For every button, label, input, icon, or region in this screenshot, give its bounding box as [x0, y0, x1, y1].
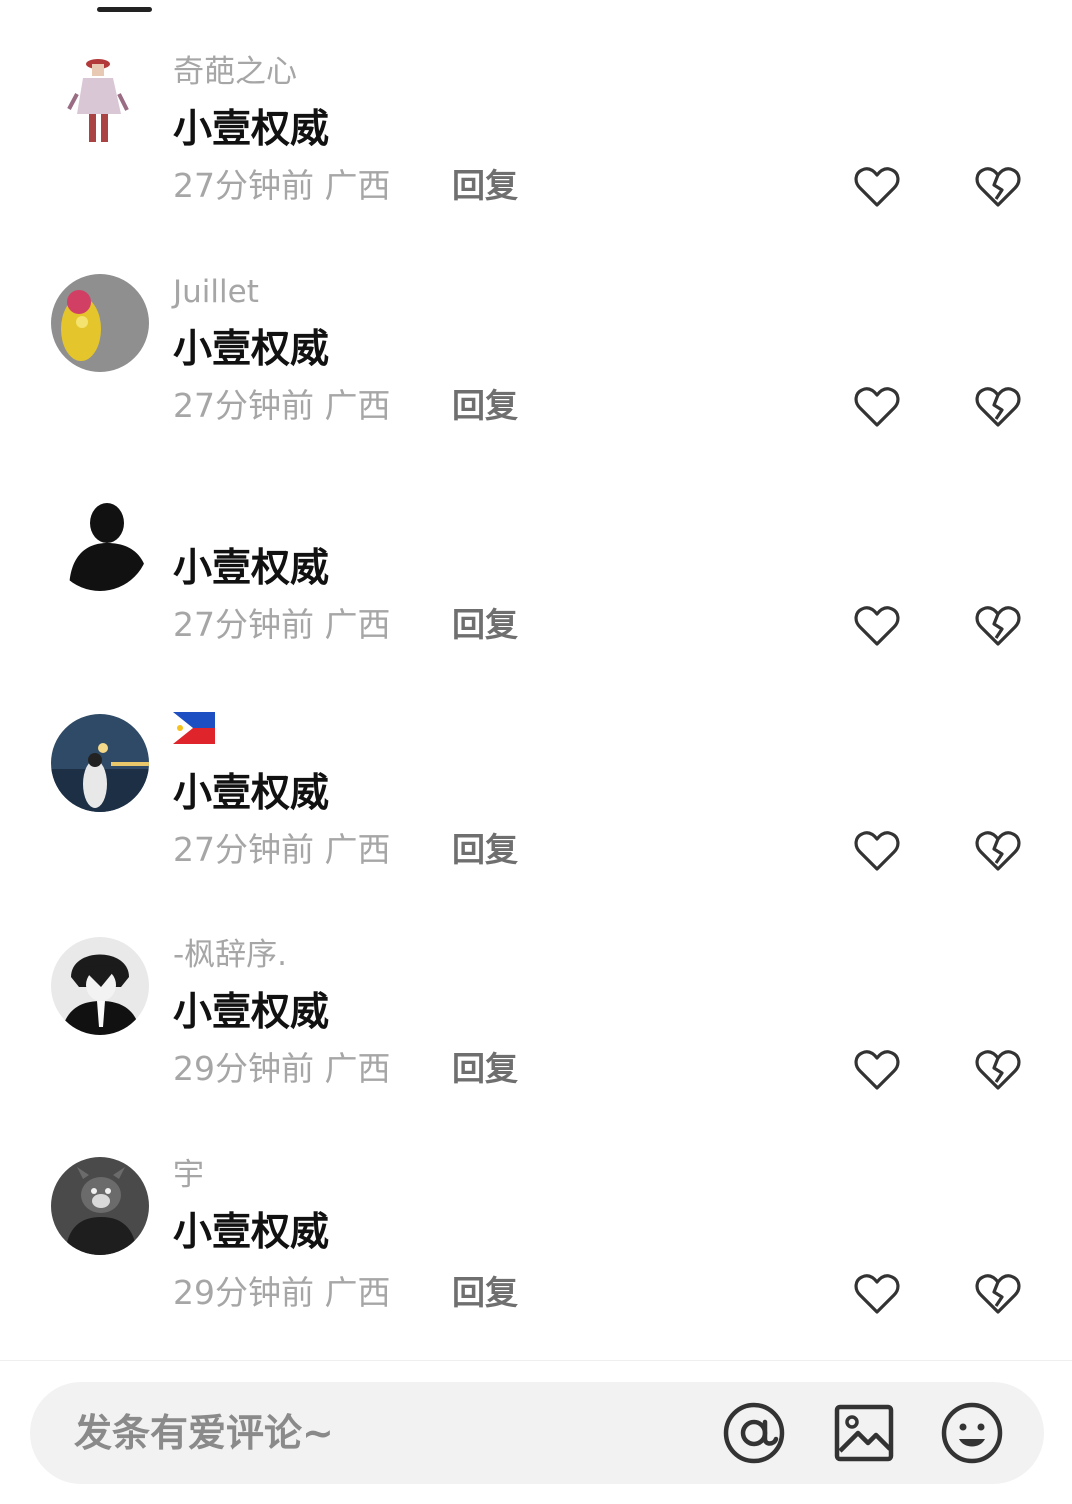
divider	[0, 1360, 1072, 1361]
emoji-icon[interactable]	[940, 1401, 1004, 1465]
comment-region: 广西	[324, 1049, 391, 1088]
heart-icon	[854, 1050, 900, 1090]
comment-item: -枫辞序. 小壹权威 29分钟前 广西 回复	[0, 885, 1072, 1090]
dislike-button[interactable]	[975, 166, 1021, 208]
comment-item: 奇葩之心 小壹权威 27分钟前 广西 回复	[0, 2, 1072, 207]
reply-button[interactable]: 回复	[452, 1048, 518, 1090]
comment-text: 小壹权威	[173, 990, 330, 1035]
dislike-button[interactable]	[975, 1049, 1021, 1091]
dislike-button[interactable]	[975, 1273, 1021, 1315]
dislike-button[interactable]	[975, 830, 1021, 872]
dislike-button[interactable]	[975, 386, 1021, 428]
broken-heart-icon	[975, 1050, 1021, 1090]
heart-icon	[854, 387, 900, 427]
comment-meta: 27分钟前 广西	[173, 829, 391, 871]
comment-username[interactable]: Juillet	[173, 272, 259, 312]
comment-text: 小壹权威	[173, 1210, 330, 1255]
comment-text: 小壹权威	[173, 546, 330, 591]
like-button[interactable]	[854, 830, 900, 872]
comment-meta: 29分钟前 广西	[173, 1272, 391, 1314]
like-button[interactable]	[854, 605, 900, 647]
comment-item: 宇 小壹权威 29分钟前 广西 回复	[0, 1105, 1072, 1314]
comment-time: 27分钟前	[173, 605, 314, 644]
figure-costume-avatar-icon	[51, 54, 149, 152]
broken-heart-icon	[975, 1274, 1021, 1314]
seaside-night-avatar-icon	[51, 714, 149, 812]
reply-button[interactable]: 回复	[452, 385, 518, 427]
comment-region: 广西	[324, 386, 391, 425]
avatar[interactable]	[51, 54, 149, 152]
like-button[interactable]	[854, 386, 900, 428]
heart-icon	[854, 831, 900, 871]
comment-time: 29分钟前	[173, 1273, 314, 1312]
comment-time: 27分钟前	[173, 830, 314, 869]
comment-time: 27分钟前	[173, 166, 314, 205]
broken-heart-icon	[975, 167, 1021, 207]
comment-text: 小壹权威	[173, 771, 330, 816]
broken-heart-icon	[975, 606, 1021, 646]
silhouette-avatar-icon	[51, 493, 149, 591]
comment-username[interactable]: -枫辞序.	[173, 935, 287, 975]
comment-meta: 27分钟前 广西	[173, 165, 391, 207]
comment-composer[interactable]: 发条有爱评论~	[30, 1382, 1044, 1484]
anime-boy-avatar-icon	[51, 937, 149, 1035]
comment-meta: 27分钟前 广西	[173, 604, 391, 646]
comment-meta: 27分钟前 广西	[173, 385, 391, 427]
comment-region: 广西	[324, 1273, 391, 1312]
comment-username[interactable]: 奇葩之心	[173, 52, 297, 92]
comment-username[interactable]	[173, 712, 215, 754]
avatar[interactable]	[51, 937, 149, 1035]
broken-heart-icon	[975, 831, 1021, 871]
like-button[interactable]	[854, 166, 900, 208]
avatar[interactable]	[51, 714, 149, 812]
reply-button[interactable]: 回复	[452, 165, 518, 207]
at-icon[interactable]	[722, 1401, 786, 1465]
cartoon-head-avatar-icon	[51, 1157, 149, 1255]
comment-username[interactable]: 宇	[173, 1155, 204, 1195]
comment-item: 小壹权威 27分钟前 广西 回复	[0, 662, 1072, 871]
reply-button[interactable]: 回复	[452, 604, 518, 646]
comment-time: 27分钟前	[173, 386, 314, 425]
heart-icon	[854, 606, 900, 646]
avatar[interactable]	[51, 274, 149, 372]
like-button[interactable]	[854, 1049, 900, 1091]
comment-input-placeholder[interactable]: 发条有爱评论~	[74, 1409, 334, 1457]
like-button[interactable]	[854, 1273, 900, 1315]
heart-icon	[854, 1274, 900, 1314]
comment-item: Juillet 小壹权威 27分钟前 广西 回复	[0, 222, 1072, 427]
heart-icon	[854, 167, 900, 207]
reply-button[interactable]: 回复	[452, 829, 518, 871]
comment-region: 广西	[324, 605, 391, 644]
dislike-button[interactable]	[975, 605, 1021, 647]
yellow-doll-avatar-icon	[51, 274, 149, 372]
comment-region: 广西	[324, 830, 391, 869]
comment-region: 广西	[324, 166, 391, 205]
avatar[interactable]	[51, 493, 149, 591]
comment-item: 小壹权威 27分钟前 广西 回复	[0, 441, 1072, 646]
philippines-flag-icon	[173, 712, 215, 744]
avatar[interactable]	[51, 1157, 149, 1255]
comment-time: 29分钟前	[173, 1049, 314, 1088]
broken-heart-icon	[975, 387, 1021, 427]
comment-meta: 29分钟前 广西	[173, 1048, 391, 1090]
comment-text: 小壹权威	[173, 327, 330, 372]
comment-text: 小壹权威	[173, 107, 330, 152]
reply-button[interactable]: 回复	[452, 1272, 518, 1314]
image-icon[interactable]	[832, 1401, 896, 1465]
